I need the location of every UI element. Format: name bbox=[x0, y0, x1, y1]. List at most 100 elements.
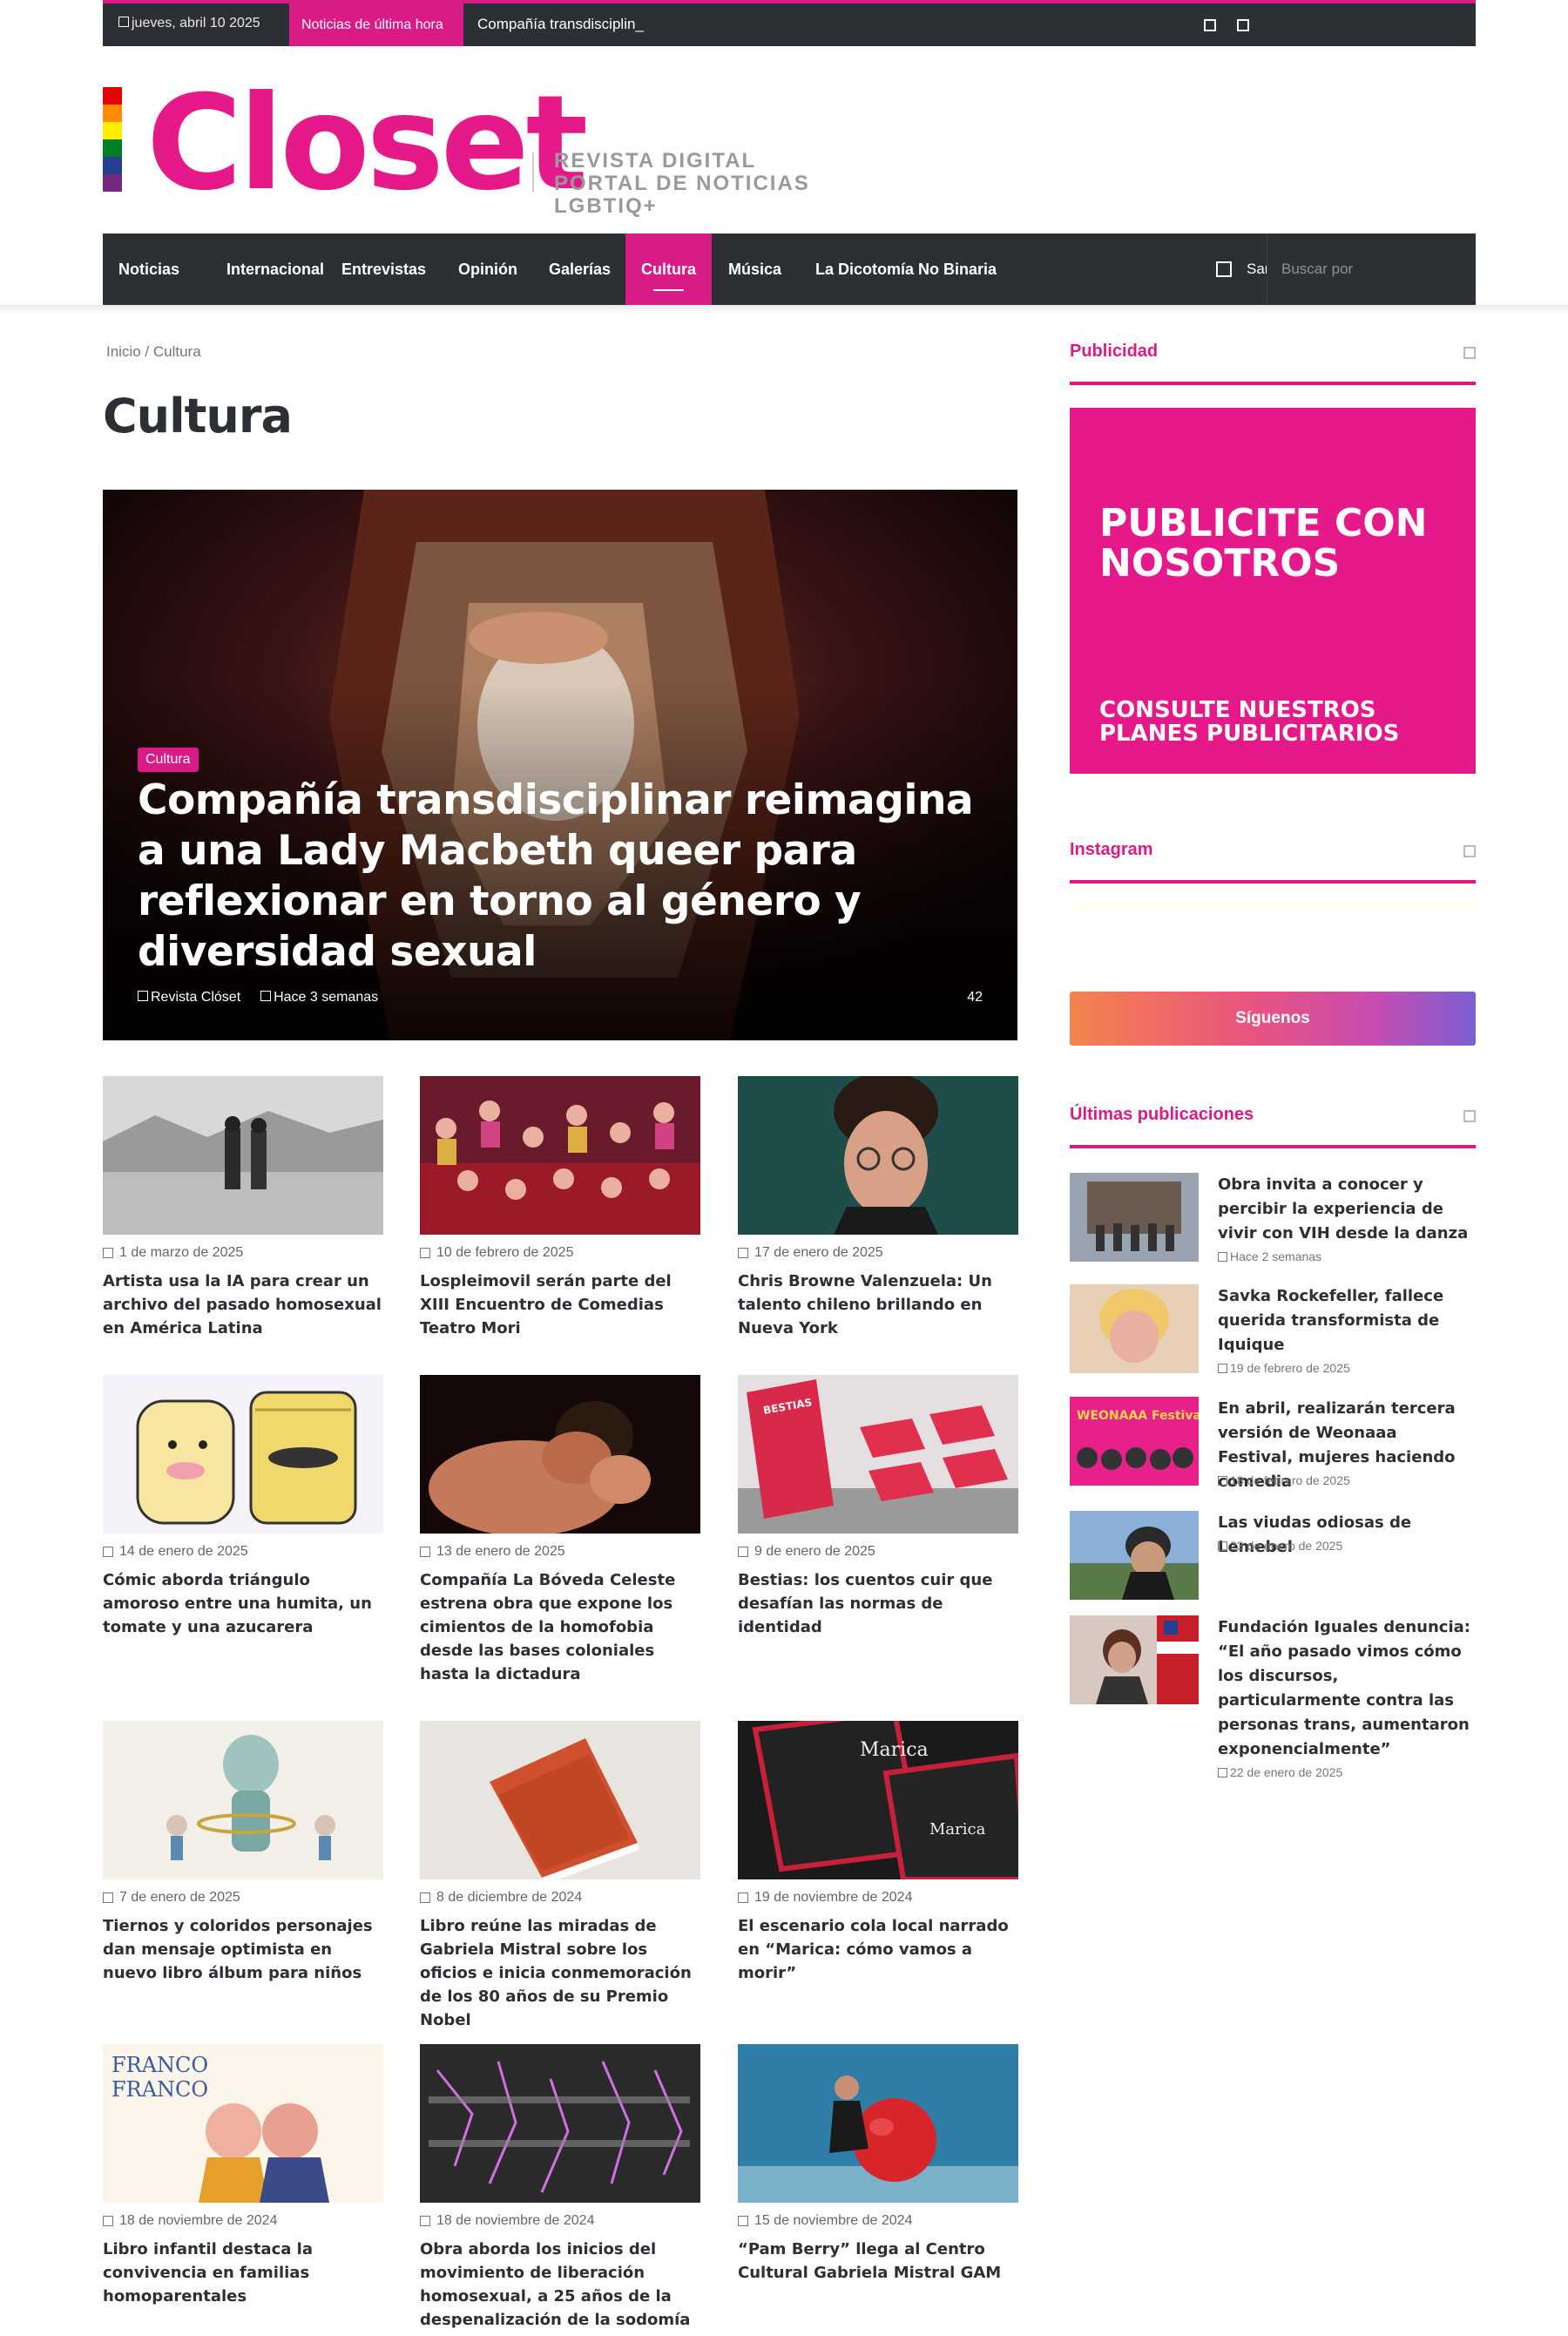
logo-wordmark: Closet bbox=[146, 68, 588, 220]
article-card[interactable]: 8 de diciembre de 2024 Libro reúne las m… bbox=[420, 1721, 700, 2032]
tagline-line-2: PORTAL DE NOTICIAS LGBTIQ+ bbox=[554, 172, 810, 218]
latest-post-thumbnail bbox=[1070, 1511, 1199, 1600]
article-title[interactable]: Artista usa la IA para crear un archivo … bbox=[103, 1270, 383, 1340]
nav-item-opinion[interactable]: Opinión bbox=[443, 234, 533, 305]
article-thumbnail: FRANCO FRANCO bbox=[103, 2044, 383, 2203]
book-cover-text: FRANCO bbox=[112, 2077, 208, 2102]
latest-post[interactable]: Obra invita a conocer y percibir la expe… bbox=[1070, 1173, 1476, 1269]
nav-item-dicotomia[interactable]: La Dicotomía No Binaria bbox=[800, 234, 1012, 305]
site-logo[interactable]: Closet REVISTA DIGITAL PORTAL DE NOTICIA… bbox=[103, 68, 887, 220]
widget-toggle-icon bbox=[1463, 1110, 1476, 1122]
nav-item-internacional[interactable]: Internacional bbox=[211, 234, 340, 305]
breaking-news-ticker[interactable]: Compañía transdisciplin_ bbox=[477, 16, 644, 33]
clock-icon bbox=[1218, 1363, 1227, 1373]
article-title[interactable]: Lospleimovil serán parte del XIII Encuen… bbox=[420, 1270, 700, 1340]
latest-post-thumbnail bbox=[1070, 1615, 1199, 1704]
article-card[interactable]: 17 de enero de 2025 Chris Browne Valenzu… bbox=[738, 1076, 1018, 1340]
article-date: 10 de febrero de 2025 bbox=[420, 1245, 700, 1261]
article-date: 18 de noviembre de 2024 bbox=[420, 2213, 700, 2229]
article-title[interactable]: Compañía La Bóveda Celeste estrena obra … bbox=[420, 1568, 700, 1686]
article-thumbnail: Marica Marica bbox=[738, 1721, 1018, 1879]
logo-divider bbox=[532, 152, 534, 192]
breadcrumb[interactable]: Inicio / Cultura bbox=[106, 343, 201, 361]
latest-post[interactable]: Savka Rockefeller, fallece querida trans… bbox=[1070, 1284, 1476, 1380]
article-title[interactable]: Obra aborda los inicios del movimiento d… bbox=[420, 2238, 700, 2336]
article-card[interactable]: FRANCO FRANCO 18 de noviembre de 2024 Li… bbox=[103, 2044, 383, 2308]
nav-item-cultura[interactable]: Cultura bbox=[625, 234, 712, 305]
clock-icon bbox=[420, 1248, 430, 1258]
article-title[interactable]: Libro reúne las miradas de Gabriela Mist… bbox=[420, 1914, 700, 2032]
clock-icon bbox=[738, 1892, 748, 1903]
latest-post[interactable]: Fundación Iguales denuncia: “El año pasa… bbox=[1070, 1615, 1476, 1790]
nav-item-musica[interactable]: Música bbox=[713, 234, 797, 305]
latest-post[interactable]: Las viudas odiosas de Lemebel 23 de ener… bbox=[1070, 1511, 1476, 1607]
ticker-prev-icon[interactable] bbox=[1204, 19, 1216, 31]
article-card[interactable]: 10 de febrero de 2025 Lospleimovil serán… bbox=[420, 1076, 700, 1340]
article-thumbnail bbox=[420, 2044, 700, 2203]
article-date: 19 de noviembre de 2024 bbox=[738, 1890, 1018, 1906]
article-card[interactable]: 13 de enero de 2025 Compañía La Bóveda C… bbox=[420, 1375, 700, 1686]
article-card[interactable]: 15 de noviembre de 2024 “Pam Berry” lleg… bbox=[738, 2044, 1018, 2285]
ad-subheadline: CONSULTE NUESTROS PLANES PUBLICITARIOS bbox=[1099, 697, 1400, 747]
latest-post-title[interactable]: Savka Rockefeller, fallece querida trans… bbox=[1218, 1284, 1476, 1358]
ticker-next-icon[interactable] bbox=[1237, 19, 1249, 31]
article-thumbnail bbox=[738, 1076, 1018, 1235]
article-title[interactable]: Cómic aborda triángulo amoroso entre una… bbox=[103, 1568, 383, 1639]
article-title[interactable]: Tiernos y coloridos personajes dan mensa… bbox=[103, 1914, 383, 1985]
article-card[interactable]: 14 de enero de 2025 Cómic aborda triángu… bbox=[103, 1375, 383, 1639]
latest-post-date: 19 de febrero de 2025 bbox=[1218, 1361, 1350, 1375]
article-card[interactable]: Marica Marica 19 de noviembre de 2024 El… bbox=[738, 1721, 1018, 1985]
article-date: 14 de enero de 2025 bbox=[103, 1544, 383, 1560]
latest-post-title[interactable]: Obra invita a conocer y percibir la expe… bbox=[1218, 1173, 1476, 1246]
article-title[interactable]: Libro infantil destaca la convivencia en… bbox=[103, 2238, 383, 2308]
instagram-widget-header: Instagram bbox=[1070, 840, 1476, 884]
latest-post-date: 23 de enero de 2025 bbox=[1218, 1539, 1342, 1553]
article-thumbnail bbox=[738, 2044, 1018, 2203]
article-title[interactable]: El escenario cola local narrado en “Mari… bbox=[738, 1914, 1018, 1985]
article-card[interactable]: BESTIAS 9 de enero de 2025 Bestias: los … bbox=[738, 1375, 1018, 1639]
nav-item-noticias[interactable]: Noticias bbox=[103, 234, 195, 305]
article-date: 1 de marzo de 2025 bbox=[103, 1245, 383, 1261]
nav-item-entrevistas[interactable]: Entrevistas bbox=[326, 234, 442, 305]
widget-title: Últimas publicaciones bbox=[1070, 1105, 1254, 1124]
article-thumbnail bbox=[420, 1375, 700, 1534]
category-badge[interactable]: Cultura bbox=[138, 748, 199, 772]
rainbow-flag-icon bbox=[103, 87, 122, 192]
post-time: Hace 3 semanas bbox=[274, 990, 379, 1005]
follow-button[interactable]: Síguenos bbox=[1070, 992, 1476, 1046]
latest-post-date: Hace 2 semanas bbox=[1218, 1249, 1321, 1263]
latest-post[interactable]: WEONAAA Festival En abril, realizarán te… bbox=[1070, 1397, 1476, 1493]
article-card[interactable]: 7 de enero de 2025 Tiernos y coloridos p… bbox=[103, 1721, 383, 1985]
view-count: 42 bbox=[967, 990, 983, 1005]
nav-item-galerias[interactable]: Galerías bbox=[533, 234, 626, 305]
article-thumbnail bbox=[420, 1076, 700, 1235]
featured-article[interactable]: Cultura Compañía transdisciplinar reimag… bbox=[103, 490, 1017, 1040]
breaking-news-label: Noticias de última hora bbox=[289, 3, 463, 46]
article-thumbnail bbox=[420, 1721, 700, 1879]
widget-title: Publicidad bbox=[1070, 342, 1159, 361]
article-card[interactable]: 1 de marzo de 2025 Artista usa la IA par… bbox=[103, 1076, 383, 1340]
calendar-icon bbox=[118, 17, 129, 27]
ad-widget-header: Publicidad bbox=[1070, 342, 1476, 385]
article-title[interactable]: Bestias: los cuentos cuir que desafían l… bbox=[738, 1568, 1018, 1639]
article-title[interactable]: “Pam Berry” llega al Centro Cultural Gab… bbox=[738, 2238, 1018, 2285]
date-text: jueves, abril 10 2025 bbox=[132, 16, 260, 30]
article-card[interactable]: 18 de noviembre de 2024 Obra aborda los … bbox=[420, 2044, 700, 2336]
latest-post-thumbnail bbox=[1070, 1284, 1199, 1373]
clock-icon bbox=[103, 1892, 113, 1903]
article-title[interactable]: Chris Browne Valenzuela: Un talento chil… bbox=[738, 1270, 1018, 1340]
current-date: jueves, abril 10 2025 bbox=[118, 16, 260, 31]
advertise-banner[interactable]: PUBLICITE CON NOSOTROS CONSULTE NUESTROS… bbox=[1070, 408, 1476, 774]
article-thumbnail bbox=[103, 1076, 383, 1235]
article-date: 7 de enero de 2025 bbox=[103, 1890, 383, 1906]
latest-post-title[interactable]: Fundación Iguales denuncia: “El año pasa… bbox=[1218, 1615, 1476, 1762]
clock-icon bbox=[420, 1547, 430, 1557]
featured-article-title[interactable]: Compañía transdisciplinar reimagina a un… bbox=[138, 775, 991, 978]
search-input[interactable] bbox=[1267, 234, 1477, 305]
clock-icon bbox=[260, 991, 272, 1001]
user-icon bbox=[138, 991, 148, 1001]
book-cover-text: Marica bbox=[860, 1739, 929, 1761]
article-thumbnail bbox=[103, 1375, 383, 1534]
author-name[interactable]: Revista Clóset bbox=[151, 990, 240, 1005]
widget-toggle-icon bbox=[1463, 845, 1476, 857]
